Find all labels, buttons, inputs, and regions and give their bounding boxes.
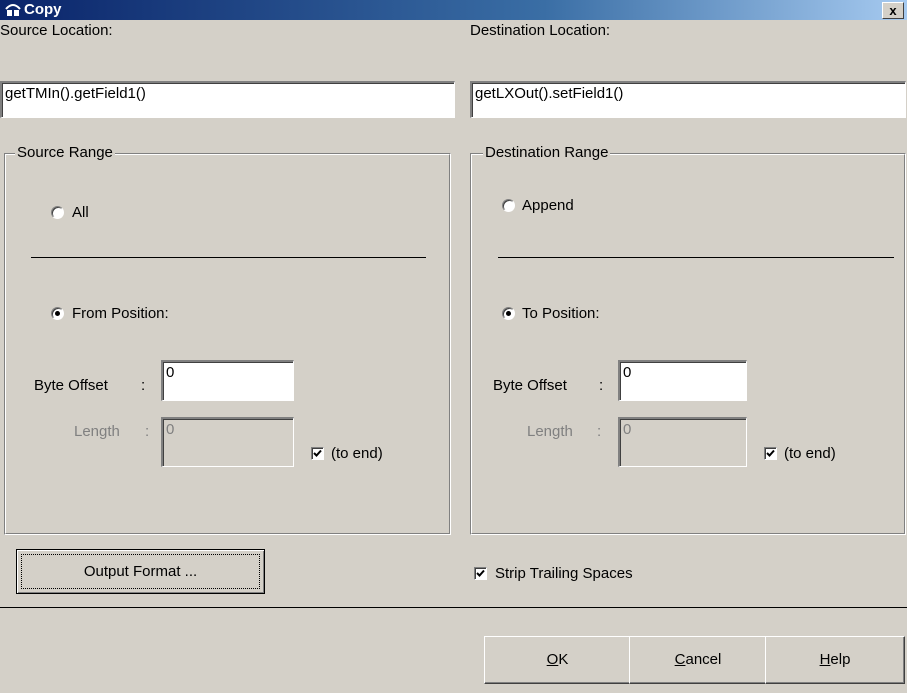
destination-length-field[interactable]: 0: [618, 417, 747, 467]
destination-range-separator: [498, 257, 894, 258]
destination-location-field[interactable]: getLXOut().setField1(): [470, 81, 906, 118]
source-all-radio[interactable]: [51, 206, 64, 219]
destination-location-label: Destination Location:: [470, 22, 611, 39]
destination-to-end-label[interactable]: (to end): [784, 445, 836, 463]
source-location-label: Source Location:: [0, 22, 113, 39]
destination-byte-offset-field[interactable]: 0: [618, 360, 747, 401]
destination-byte-offset-colon: :: [599, 377, 604, 394]
cancel-button[interactable]: Cancel: [629, 636, 767, 684]
destination-byte-offset-label: Byte Offset: [493, 377, 567, 394]
destination-to-position-label[interactable]: To Position:: [522, 305, 600, 323]
strip-trailing-spaces-label[interactable]: Strip Trailing Spaces: [495, 565, 633, 583]
source-length-label: Length: [74, 423, 120, 440]
source-location-field[interactable]: getTMIn().getField1(): [0, 81, 455, 118]
output-format-label: Output Format ...: [83, 563, 198, 580]
checkmark-icon: [766, 449, 775, 457]
copy-app-icon: [5, 4, 21, 16]
window-title: Copy: [24, 1, 62, 18]
source-length-field[interactable]: 0: [161, 417, 294, 467]
copy-dialog: Copy x Source Location: getTMIn().getFie…: [0, 0, 907, 693]
source-length-colon: :: [145, 423, 150, 440]
destination-range-legend: Destination Range: [483, 144, 611, 162]
source-from-position-label[interactable]: From Position:: [72, 305, 169, 323]
destination-to-end-checkbox[interactable]: [764, 447, 777, 460]
destination-append-label[interactable]: Append: [522, 197, 574, 215]
source-to-end-checkbox[interactable]: [311, 447, 324, 460]
source-all-label[interactable]: All: [72, 204, 89, 222]
source-range-legend: Source Range: [15, 144, 115, 162]
source-to-end-label[interactable]: (to end): [331, 445, 383, 463]
source-byte-offset-colon: :: [141, 377, 146, 394]
output-format-button[interactable]: Output Format ...: [16, 549, 265, 594]
destination-append-radio[interactable]: [502, 199, 515, 212]
footer-separator: [0, 607, 907, 608]
title-bar[interactable]: Copy x: [0, 0, 907, 20]
close-button[interactable]: x: [882, 2, 904, 19]
source-range-separator: [31, 257, 426, 258]
source-from-position-radio[interactable]: [51, 307, 64, 320]
source-byte-offset-field[interactable]: 0: [161, 360, 294, 401]
source-byte-offset-label: Byte Offset: [34, 377, 108, 394]
destination-length-colon: :: [597, 423, 602, 440]
help-button[interactable]: Help: [765, 636, 905, 684]
destination-to-position-radio[interactable]: [502, 307, 515, 320]
destination-length-label: Length: [527, 423, 573, 440]
checkmark-icon: [476, 569, 485, 577]
strip-trailing-spaces-checkbox[interactable]: [474, 567, 487, 580]
ok-button[interactable]: OK: [484, 636, 631, 684]
checkmark-icon: [313, 449, 322, 457]
